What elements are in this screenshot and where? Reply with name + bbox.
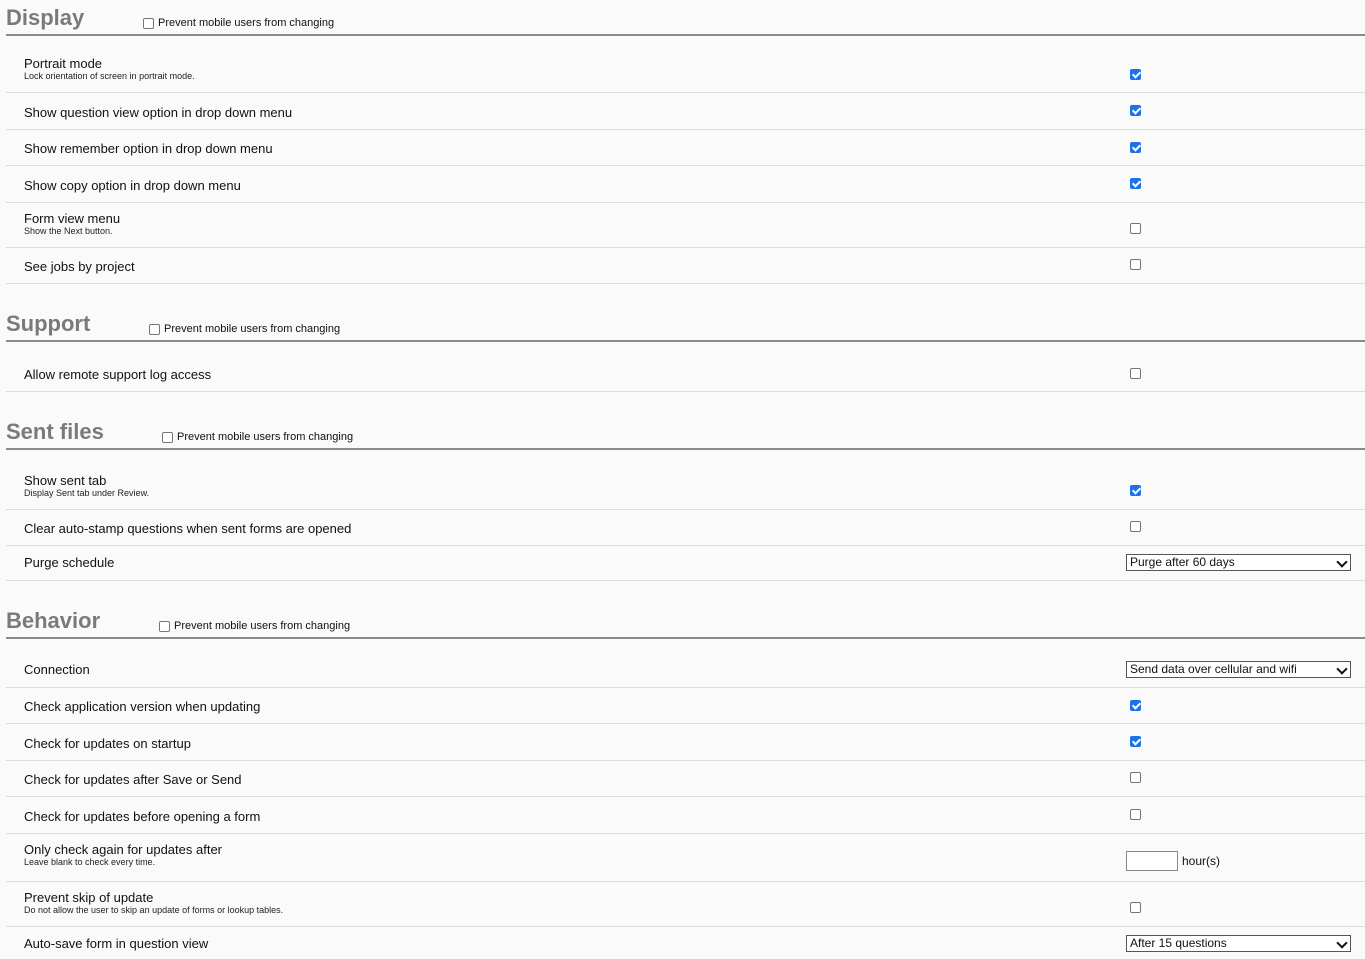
section-header-sent-files: Sent files Prevent mobile users from cha… (6, 414, 1365, 450)
prevent-label: Prevent mobile users from changing (158, 17, 335, 29)
setting-description: Leave blank to check every time. (24, 857, 156, 867)
updates-on-startup-checkbox[interactable] (1130, 736, 1141, 747)
setting-row-check-again-after: Only check again for updates after Leave… (6, 834, 1365, 882)
portrait-mode-checkbox[interactable] (1130, 69, 1141, 80)
prevent-changing-checkbox-sent-files[interactable]: Prevent mobile users from changing (162, 431, 353, 443)
section-title: Support (6, 311, 91, 336)
setting-label: Check for updates before opening a form (24, 809, 261, 824)
prevent-changing-checkbox-support[interactable]: Prevent mobile users from changing (149, 323, 340, 335)
section-header-behavior: Behavior Prevent mobile users from chang… (6, 603, 1365, 639)
prevent-label: Prevent mobile users from changing (164, 323, 341, 335)
setting-row-updates-after-save: Check for updates after Save or Send (6, 761, 1365, 797)
setting-row-connection: Connection Send data over cellular and w… (6, 639, 1365, 688)
setting-label: Connection (24, 662, 90, 677)
setting-description: Do not allow the user to skip an update … (24, 905, 284, 915)
prevent-label: Prevent mobile users from changing (174, 620, 351, 632)
auto-save-select[interactable]: After 15 questions (1126, 935, 1351, 952)
section-title: Behavior (6, 608, 101, 633)
check-app-version-checkbox[interactable] (1130, 700, 1141, 711)
setting-row-remember: Show remember option in drop down menu (6, 130, 1365, 166)
remote-support-checkbox[interactable] (1130, 368, 1141, 379)
setting-row-remote-support: Allow remote support log access (6, 342, 1365, 392)
setting-label: Clear auto-stamp questions when sent for… (24, 521, 352, 536)
setting-row-form-view-menu: Form view menu Show the Next button. (6, 203, 1365, 248)
question-view-checkbox[interactable] (1130, 105, 1141, 116)
setting-row-copy: Show copy option in drop down menu (6, 166, 1365, 203)
setting-label: Portrait mode (24, 56, 103, 71)
setting-label: Prevent skip of update (24, 890, 154, 905)
clear-auto-stamp-checkbox[interactable] (1130, 521, 1141, 532)
form-view-menu-checkbox[interactable] (1130, 223, 1141, 234)
setting-label: Purge schedule (24, 555, 115, 570)
setting-label: Check for updates after Save or Send (24, 772, 242, 787)
setting-description: Lock orientation of screen in portrait m… (24, 71, 195, 81)
checkbox[interactable] (162, 431, 173, 443)
setting-label: Auto-save form in question view (24, 936, 209, 951)
section-header-display: Display Prevent mobile users from changi… (6, 0, 1365, 36)
setting-row-portrait-mode: Portrait mode Lock orientation of screen… (6, 36, 1365, 93)
setting-label: Check for updates on startup (24, 736, 191, 751)
setting-label: Allow remote support log access (24, 367, 212, 382)
setting-row-auto-save: Auto-save form in question view After 15… (6, 927, 1365, 958)
setting-label: Show copy option in drop down menu (24, 178, 241, 193)
checkbox[interactable] (159, 620, 170, 632)
connection-select[interactable]: Send data over cellular and wifi (1126, 661, 1351, 678)
remember-option-checkbox[interactable] (1130, 142, 1141, 153)
hours-unit-label: hour(s) (1182, 854, 1221, 868)
setting-label: Show remember option in drop down menu (24, 141, 273, 156)
updates-after-save-checkbox[interactable] (1130, 772, 1141, 783)
select-value: After 15 questions (1130, 936, 1227, 950)
setting-label: Show sent tab (24, 473, 107, 488)
setting-description: Display Sent tab under Review. (24, 488, 150, 498)
setting-row-jobs-by-project: See jobs by project (6, 248, 1365, 284)
copy-option-checkbox[interactable] (1130, 178, 1141, 189)
updates-before-form-checkbox[interactable] (1130, 809, 1141, 820)
setting-label: Only check again for updates after (24, 842, 223, 857)
prevent-label: Prevent mobile users from changing (177, 431, 354, 443)
chevron-down-icon (1336, 937, 1348, 949)
setting-row-updates-before-form: Check for updates before opening a form (6, 797, 1365, 834)
setting-row-show-sent-tab: Show sent tab Display Sent tab under Rev… (6, 450, 1365, 510)
setting-row-purge-schedule: Purge schedule Purge after 60 days (6, 546, 1365, 581)
setting-row-question-view: Show question view option in drop down m… (6, 93, 1365, 130)
setting-label: Form view menu (24, 211, 121, 226)
purge-schedule-select[interactable]: Purge after 60 days (1126, 554, 1351, 571)
prevent-changing-checkbox-behavior[interactable]: Prevent mobile users from changing (159, 620, 350, 632)
prevent-changing-checkbox-display[interactable]: Prevent mobile users from changing (143, 17, 334, 29)
section-header-support: Support Prevent mobile users from changi… (6, 306, 1365, 342)
check-interval-input[interactable] (1126, 851, 1178, 871)
checkbox[interactable] (143, 17, 154, 29)
show-sent-tab-checkbox[interactable] (1130, 485, 1141, 496)
setting-row-prevent-skip: Prevent skip of update Do not allow the … (6, 882, 1365, 927)
select-value: Purge after 60 days (1130, 555, 1235, 569)
setting-description: Show the Next button. (24, 226, 113, 236)
setting-row-updates-on-startup: Check for updates on startup (6, 724, 1365, 761)
chevron-down-icon (1336, 663, 1348, 675)
setting-row-check-app-version: Check application version when updating (6, 688, 1365, 724)
select-value: Send data over cellular and wifi (1130, 662, 1297, 676)
jobs-by-project-checkbox[interactable] (1130, 259, 1141, 270)
chevron-down-icon (1336, 556, 1348, 568)
prevent-skip-checkbox[interactable] (1130, 902, 1141, 913)
setting-label: See jobs by project (24, 259, 135, 274)
section-title: Sent files (6, 419, 104, 444)
setting-label: Show question view option in drop down m… (24, 105, 293, 120)
checkbox[interactable] (149, 323, 160, 335)
setting-row-clear-auto-stamp: Clear auto-stamp questions when sent for… (6, 510, 1365, 546)
setting-label: Check application version when updating (24, 699, 261, 714)
section-title: Display (6, 5, 85, 30)
